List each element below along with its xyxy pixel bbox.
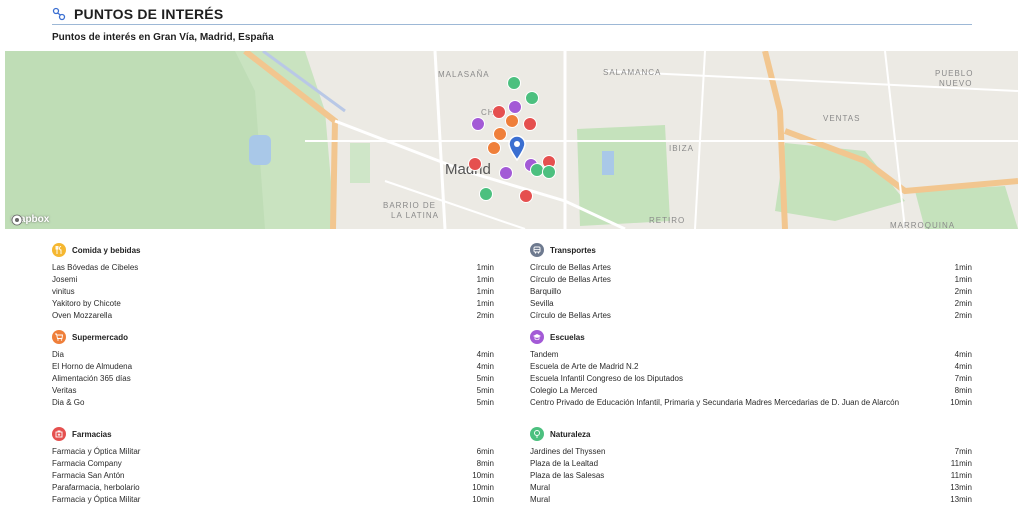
list-item: Yakitoro by Chicote 1min	[52, 299, 494, 308]
page-subtitle: Puntos de interés en Gran Vía, Madrid, E…	[52, 32, 274, 43]
list-item: vinitus 1min	[52, 287, 494, 296]
map-view[interactable]: MALASAÑA SALAMANCA PUEBLO NUEVO IBIZA VE…	[5, 51, 1018, 229]
map-marker-pharmacy[interactable]	[519, 189, 533, 203]
page-title: PUNTOS DE INTERÉS	[74, 6, 224, 22]
map-marker-school[interactable]	[508, 100, 522, 114]
list-item: Colegio La Merced 8min	[530, 386, 972, 395]
map-pin-route-icon	[52, 7, 66, 21]
map-marker-supermarket[interactable]	[505, 114, 519, 128]
list-item: Josemi 1min	[52, 275, 494, 284]
list-item: Farmacia Company 8min	[52, 459, 494, 468]
graduation-cap-icon	[530, 330, 544, 344]
list-item: Oven Mozzarella 2min	[52, 311, 494, 320]
section-title: Escuelas	[550, 332, 585, 342]
map-marker-school[interactable]	[499, 166, 513, 180]
map-marker-pharmacy[interactable]	[468, 157, 482, 171]
list-item: Mural 13min	[530, 495, 972, 504]
list-item: Mural 13min	[530, 483, 972, 492]
section-pharmacy: Farmacias Farmacia y Óptica Militar 6min …	[52, 426, 494, 506]
map-label-marroquina: MARROQUINA	[890, 221, 956, 229]
list-item: Alimentación 365 días 5min	[52, 374, 494, 383]
map-label-latina: LA LATINA	[391, 211, 439, 220]
map-label-ibiza: IBIZA	[669, 144, 695, 153]
list-item: Plaza de la Lealtad 11min	[530, 459, 972, 468]
section-food: Comida y bebidas Las Bóvedas de Cibeles 1…	[52, 242, 494, 322]
map-label-malasana: MALASAÑA	[438, 70, 490, 79]
section-title: Naturaleza	[550, 429, 591, 439]
lake	[249, 135, 271, 165]
section-nature: Naturaleza Jardines del Thyssen 7min Plaz…	[530, 426, 972, 506]
list-item: Escuela de Arte de Madrid N.2 4min	[530, 362, 972, 371]
map-marker-nature[interactable]	[542, 165, 556, 179]
list-item: Veritas 5min	[52, 386, 494, 395]
map-marker-supermarket[interactable]	[487, 141, 501, 155]
cart-icon	[52, 330, 66, 344]
bus-icon	[530, 243, 544, 257]
list-item: Farmacia y Óptica Militar 6min	[52, 447, 494, 456]
list-item: Dia 4min	[52, 350, 494, 359]
list-item: Farmacia y Óptica Militar 10min	[52, 495, 494, 504]
map-marker-nature[interactable]	[525, 91, 539, 105]
mapbox-icon	[11, 214, 23, 226]
section-school: Escuelas Tandem 4min Escuela de Arte de M…	[530, 329, 972, 409]
map-label-barrio: BARRIO DE	[383, 201, 437, 210]
map-label-retiro: RETIRO	[649, 216, 686, 225]
list-item: Tandem 4min	[530, 350, 972, 359]
list-item: Plaza de las Salesas 11min	[530, 471, 972, 480]
section-title: Farmacias	[72, 429, 112, 439]
map-marker-nature[interactable]	[507, 76, 521, 90]
list-item: Escuela Infantil Congreso de los Diputad…	[530, 374, 972, 383]
map-marker-supermarket[interactable]	[493, 127, 507, 141]
list-item: Círculo de Bellas Artes 1min	[530, 275, 972, 284]
map-label-pueblo: PUEBLO	[935, 69, 974, 78]
section-title: Supermercado	[72, 332, 129, 342]
section-title: Comida y bebidas	[72, 245, 141, 255]
list-item: Círculo de Bellas Artes 1min	[530, 263, 972, 272]
list-item: Farmacia San Antón 10min	[52, 471, 494, 480]
pharmacy-icon	[52, 427, 66, 441]
section-header: PUNTOS DE INTERÉS	[52, 4, 972, 25]
map-label-nuevo: NUEVO	[939, 79, 973, 88]
list-item: Centro Privado de Educación Infantil, Pr…	[530, 398, 972, 407]
section-title: Transportes	[550, 245, 596, 255]
section-supermarket: Supermercado Dia 4min El Horno de Almuden…	[52, 329, 494, 409]
list-item: Círculo de Bellas Artes 2min	[530, 311, 972, 320]
tree-icon	[530, 427, 544, 441]
list-item: El Horno de Almudena 4min	[52, 362, 494, 371]
map-marker-pharmacy[interactable]	[492, 105, 506, 119]
list-item: Dia & Go 5min	[52, 398, 494, 407]
list-item: Parafarmacia, herbolario 10min	[52, 483, 494, 492]
map-label-ventas: VENTAS	[823, 114, 861, 123]
section-transport: Transportes Círculo de Bellas Artes 1min …	[530, 242, 972, 322]
map-marker-school[interactable]	[471, 117, 485, 131]
fork-knife-icon	[52, 243, 66, 257]
map-marker-pharmacy[interactable]	[523, 117, 537, 131]
list-item: Barquillo 2min	[530, 287, 972, 296]
list-item: Jardines del Thyssen 7min	[530, 447, 972, 456]
list-item: Sevilla 2min	[530, 299, 972, 308]
list-item: Las Bóvedas de Cibeles 1min	[52, 263, 494, 272]
location-pin-icon[interactable]	[508, 135, 526, 161]
mapbox-logo[interactable]: mapbox	[11, 214, 49, 226]
map-marker-nature[interactable]	[479, 187, 493, 201]
map-label-salamanca: SALAMANCA	[603, 68, 662, 77]
